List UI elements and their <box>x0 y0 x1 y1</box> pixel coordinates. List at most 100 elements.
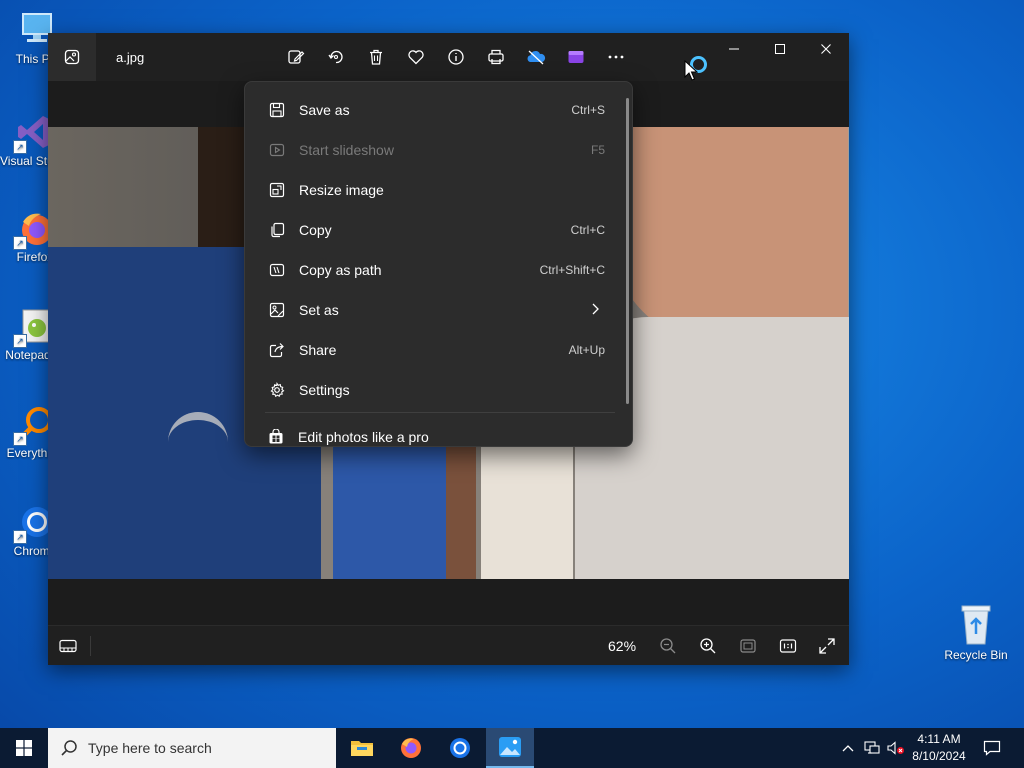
actual-size-icon <box>779 639 797 653</box>
desktop-icon-recycle-bin[interactable]: Recycle Bin <box>940 602 1012 662</box>
menu-item-set-as[interactable]: Set as <box>249 292 619 328</box>
title-bar[interactable]: a.jpg <box>48 33 849 81</box>
window-controls <box>711 33 849 65</box>
zoom-in-button[interactable] <box>688 632 728 660</box>
zoom-out-button[interactable] <box>648 632 688 660</box>
delete-button[interactable] <box>356 43 396 71</box>
menu-item-label: Start slideshow <box>299 142 394 158</box>
set-as-icon <box>267 300 287 320</box>
filmstrip-icon <box>59 639 77 653</box>
rotate-button[interactable] <box>316 43 356 71</box>
info-button[interactable] <box>436 43 476 71</box>
taskbar-file-explorer[interactable] <box>338 728 386 768</box>
taskbar: Type here to search 4:11 AM 8/10/2024 <box>0 728 1024 768</box>
volume-button[interactable] <box>884 741 908 755</box>
bottom-bar: 62% <box>48 625 849 665</box>
filmstrip-button[interactable] <box>56 634 80 658</box>
close-button[interactable] <box>803 33 849 65</box>
system-tray <box>836 728 908 768</box>
show-hidden-icons-button[interactable] <box>836 744 860 752</box>
shortcut-arrow-icon: ↗ <box>13 530 27 544</box>
clipchamp-button[interactable] <box>556 43 596 71</box>
menu-item-label: Save as <box>299 102 350 118</box>
shortcut-arrow-icon: ↗ <box>13 236 27 250</box>
mouse-cursor-icon <box>684 59 699 87</box>
menu-item-copy-as-path[interactable]: Copy as path Ctrl+Shift+C <box>249 252 619 288</box>
fit-to-window-button[interactable] <box>728 632 768 660</box>
menu-item-settings[interactable]: Settings <box>249 372 619 408</box>
zoom-out-icon <box>660 638 676 654</box>
menu-scrollbar[interactable] <box>626 98 629 404</box>
submenu-chevron-right-icon <box>591 302 601 319</box>
slideshow-icon <box>267 140 287 160</box>
network-icon <box>864 741 880 754</box>
menu-item-label: Share <box>299 342 337 358</box>
taskbar-firefox[interactable] <box>387 728 435 768</box>
menu-item-label: Resize image <box>299 182 384 198</box>
taskbar-clock[interactable]: 4:11 AM 8/10/2024 <box>906 731 972 765</box>
print-button[interactable] <box>476 43 516 71</box>
onedrive-button[interactable] <box>516 43 556 71</box>
favorite-button[interactable] <box>396 43 436 71</box>
toolbar <box>276 43 636 71</box>
photo-region <box>608 127 848 347</box>
minimize-button[interactable] <box>711 33 757 65</box>
store-icon <box>266 427 286 446</box>
taskbar-photos[interactable] <box>486 728 534 768</box>
action-center-button[interactable] <box>978 728 1006 768</box>
expand-icon <box>819 638 835 654</box>
zoom-in-icon <box>700 638 716 654</box>
copy-path-icon <box>267 260 287 280</box>
save-icon <box>267 100 287 120</box>
menu-item-shortcut: Ctrl+S <box>571 103 605 117</box>
menu-item-start-slideshow[interactable]: Start slideshow F5 <box>249 132 619 168</box>
info-icon <box>448 49 464 65</box>
windows-logo-icon <box>16 740 32 756</box>
notification-icon <box>983 740 1001 756</box>
menu-item-label: Edit photos like a pro <box>298 429 429 445</box>
shortcut-arrow-icon: ↗ <box>13 432 27 446</box>
clock-date: 8/10/2024 <box>912 749 966 763</box>
chrome-icon <box>450 738 470 758</box>
zoom-toolbar <box>648 632 808 660</box>
edit-button[interactable] <box>276 43 316 71</box>
actual-size-button[interactable] <box>768 632 808 660</box>
firefox-icon <box>401 738 421 758</box>
search-icon <box>61 740 77 756</box>
network-button[interactable] <box>860 741 884 755</box>
menu-item-label: Copy as path <box>299 262 382 278</box>
taskbar-search-box[interactable]: Type here to search <box>48 728 336 768</box>
menu-item-save-as[interactable]: Save as Ctrl+S <box>249 92 619 128</box>
heart-icon <box>408 50 424 65</box>
clipchamp-icon <box>568 51 584 63</box>
start-button[interactable] <box>0 728 48 768</box>
menu-item-resize-image[interactable]: Resize image <box>249 172 619 208</box>
divider <box>90 636 91 656</box>
menu-item-shortcut: Alt+Up <box>568 343 605 357</box>
photos-app-icon[interactable] <box>48 33 96 81</box>
photo-region <box>446 445 476 579</box>
photos-app-icon <box>499 737 521 757</box>
maximize-icon <box>775 44 785 54</box>
photo-inset <box>321 445 575 579</box>
copy-icon <box>267 220 287 240</box>
menu-item-copy[interactable]: Copy Ctrl+C <box>249 212 619 248</box>
full-screen-button[interactable] <box>813 632 841 660</box>
shortcut-arrow-icon: ↗ <box>13 334 27 348</box>
maximize-button[interactable] <box>757 33 803 65</box>
menu-divider <box>265 412 615 413</box>
rotate-icon <box>328 50 343 64</box>
menu-item-label: Copy <box>299 222 332 238</box>
edit-icon <box>288 50 305 64</box>
recycle-bin-icon <box>956 602 996 646</box>
taskbar-chrome[interactable] <box>436 728 484 768</box>
menu-item-shortcut: Ctrl+Shift+C <box>539 263 605 277</box>
menu-item-label: Set as <box>299 302 339 318</box>
menu-item-share[interactable]: Share Alt+Up <box>249 332 619 368</box>
menu-item-edit-photos-like-a-pro[interactable]: Edit photos like a pro <box>249 419 619 446</box>
close-icon <box>821 44 831 54</box>
more-button[interactable] <box>596 43 636 71</box>
file-name: a.jpg <box>116 50 145 65</box>
shortcut-arrow-icon: ↗ <box>13 140 27 154</box>
more-options-menu: Save as Ctrl+S Start slideshow F5 Resize… <box>244 81 633 447</box>
